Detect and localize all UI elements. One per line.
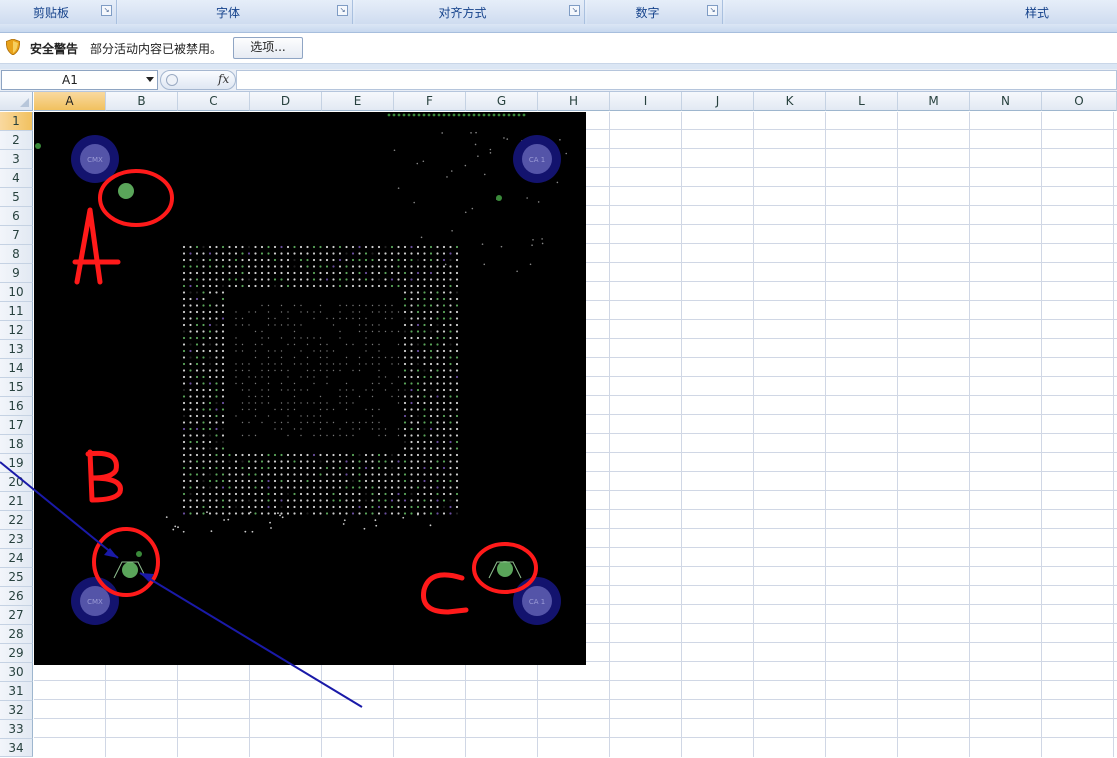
arrow-line-lower [139, 572, 363, 708]
marker-circle-a [98, 169, 174, 227]
annotation-letter-b [85, 449, 123, 503]
annotation-letter-a [72, 207, 121, 285]
annotation-letter-c [421, 572, 469, 615]
marker-circle-b [92, 527, 160, 597]
annotation-overlay [0, 169, 538, 708]
marker-circle-c [472, 542, 538, 594]
